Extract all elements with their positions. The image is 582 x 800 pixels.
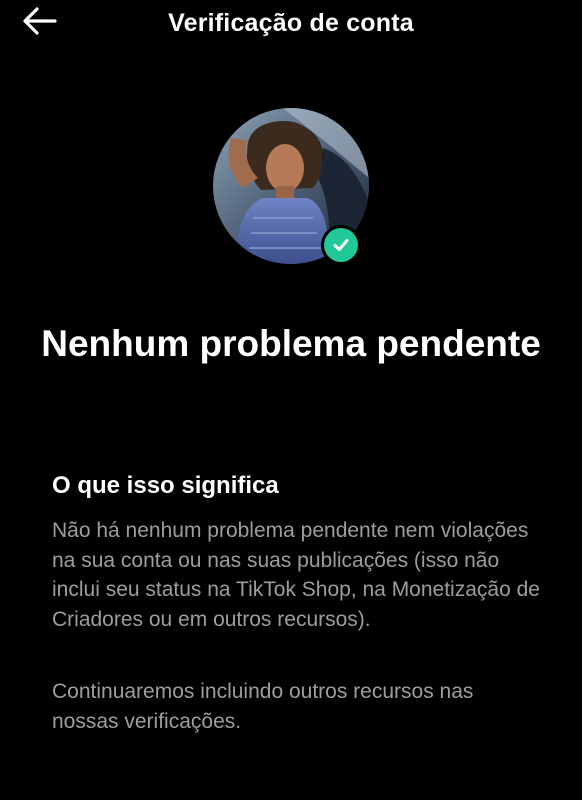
status-title: Nenhum problema pendente <box>41 323 541 364</box>
info-paragraph-2: Continuaremos incluindo outros recursos … <box>52 680 474 733</box>
top-bar: Verificação de conta <box>0 0 582 46</box>
section-heading: O que isso significa <box>52 472 279 499</box>
profile-avatar-container <box>213 108 369 265</box>
check-icon <box>324 228 358 262</box>
verified-badge <box>321 225 361 265</box>
info-paragraph-1: Não há nenhum problema pendente nem viol… <box>52 519 540 631</box>
page-title: Verificação de conta <box>168 9 414 37</box>
